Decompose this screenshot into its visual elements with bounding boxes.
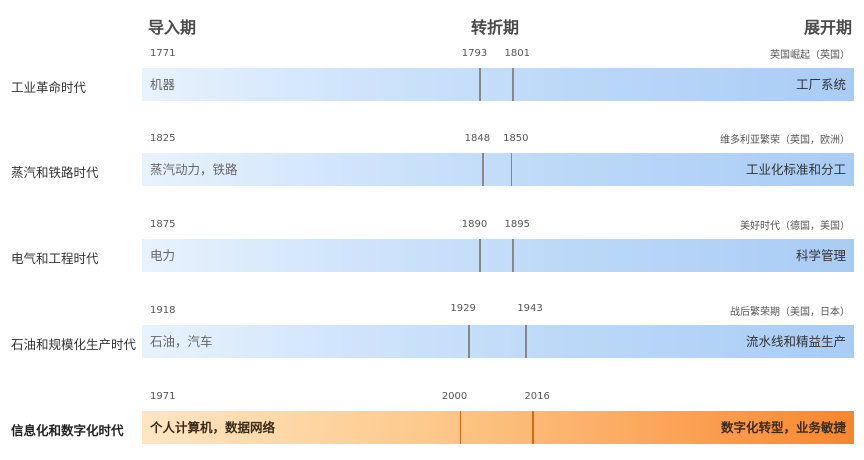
turning-year: 1943: [517, 303, 543, 314]
turning-year: 2000: [441, 391, 468, 402]
turning-year: 1890: [461, 219, 488, 230]
deployment-paradigm: 科学管理: [795, 248, 846, 263]
turning-year: 1801: [504, 48, 530, 59]
prosperity-note: 战后繁荣期（美国，日本）: [730, 307, 850, 318]
turning-point-marker: [482, 153, 484, 186]
installation-technology: 石油，汽车: [150, 334, 213, 349]
start-year: 1825: [150, 133, 176, 144]
prosperity-note: 维多利亚繁荣（英国，欧洲）: [720, 135, 850, 146]
installation-technology: 蒸汽动力，铁路: [150, 162, 238, 177]
era-label: 工业革命时代: [11, 80, 87, 95]
turning-year: 1929: [450, 303, 476, 314]
era-label: 信息化和数字化时代: [11, 423, 124, 438]
start-year: 1971: [150, 391, 176, 402]
turning-point-marker: [479, 239, 481, 272]
turning-year: 2016: [524, 391, 550, 402]
phase-label-turning-point: 转折期: [471, 18, 520, 37]
turning-point-marker: [479, 68, 481, 101]
turning-year: 1793: [461, 48, 488, 59]
era-bar: 机器 工厂系统: [142, 68, 854, 101]
turning-year: 1895: [504, 219, 530, 230]
phase-label-installation: 导入期: [148, 18, 197, 37]
era-bar: 蒸汽动力，铁路 工业化标准和分工: [142, 153, 854, 186]
prosperity-note: 美好时代（德国，美国）: [740, 221, 850, 232]
start-year: 1771: [150, 48, 176, 59]
installation-technology: 机器: [150, 77, 176, 92]
turning-point-marker: [512, 68, 514, 101]
start-year: 1875: [150, 219, 176, 230]
phase-label-deployment: 展开期: [803, 18, 852, 37]
turning-point-marker: [510, 153, 513, 186]
turning-point-marker: [525, 325, 527, 358]
era-bar: 个人计算机，数据网络 数字化转型，业务敏捷: [142, 411, 854, 444]
prosperity-note: 英国崛起（英国）: [770, 50, 850, 61]
era-label: 蒸汽和铁路时代: [11, 165, 99, 180]
deployment-paradigm: 流水线和精益生产: [745, 334, 846, 349]
turning-point-marker: [468, 325, 470, 358]
era-bar: 石油，汽车 流水线和精益生产: [142, 325, 854, 358]
turning-point-marker: [512, 239, 514, 272]
turning-point-marker: [532, 411, 534, 444]
installation-technology: 电力: [150, 248, 176, 263]
era-label: 电气和工程时代: [11, 251, 99, 266]
turning-point-marker: [459, 411, 462, 444]
era-label: 石油和规模化生产时代: [11, 337, 137, 352]
installation-technology: 个人计算机，数据网络: [150, 420, 276, 435]
era-bar: 电力 科学管理: [142, 239, 854, 272]
deployment-paradigm: 工业化标准和分工: [745, 162, 846, 177]
turning-year: 1850: [503, 133, 529, 144]
start-year: 1918: [150, 305, 176, 316]
deployment-paradigm: 数字化转型，业务敏捷: [720, 420, 846, 435]
turning-year: 1848: [464, 133, 491, 144]
deployment-paradigm: 工厂系统: [795, 77, 846, 92]
